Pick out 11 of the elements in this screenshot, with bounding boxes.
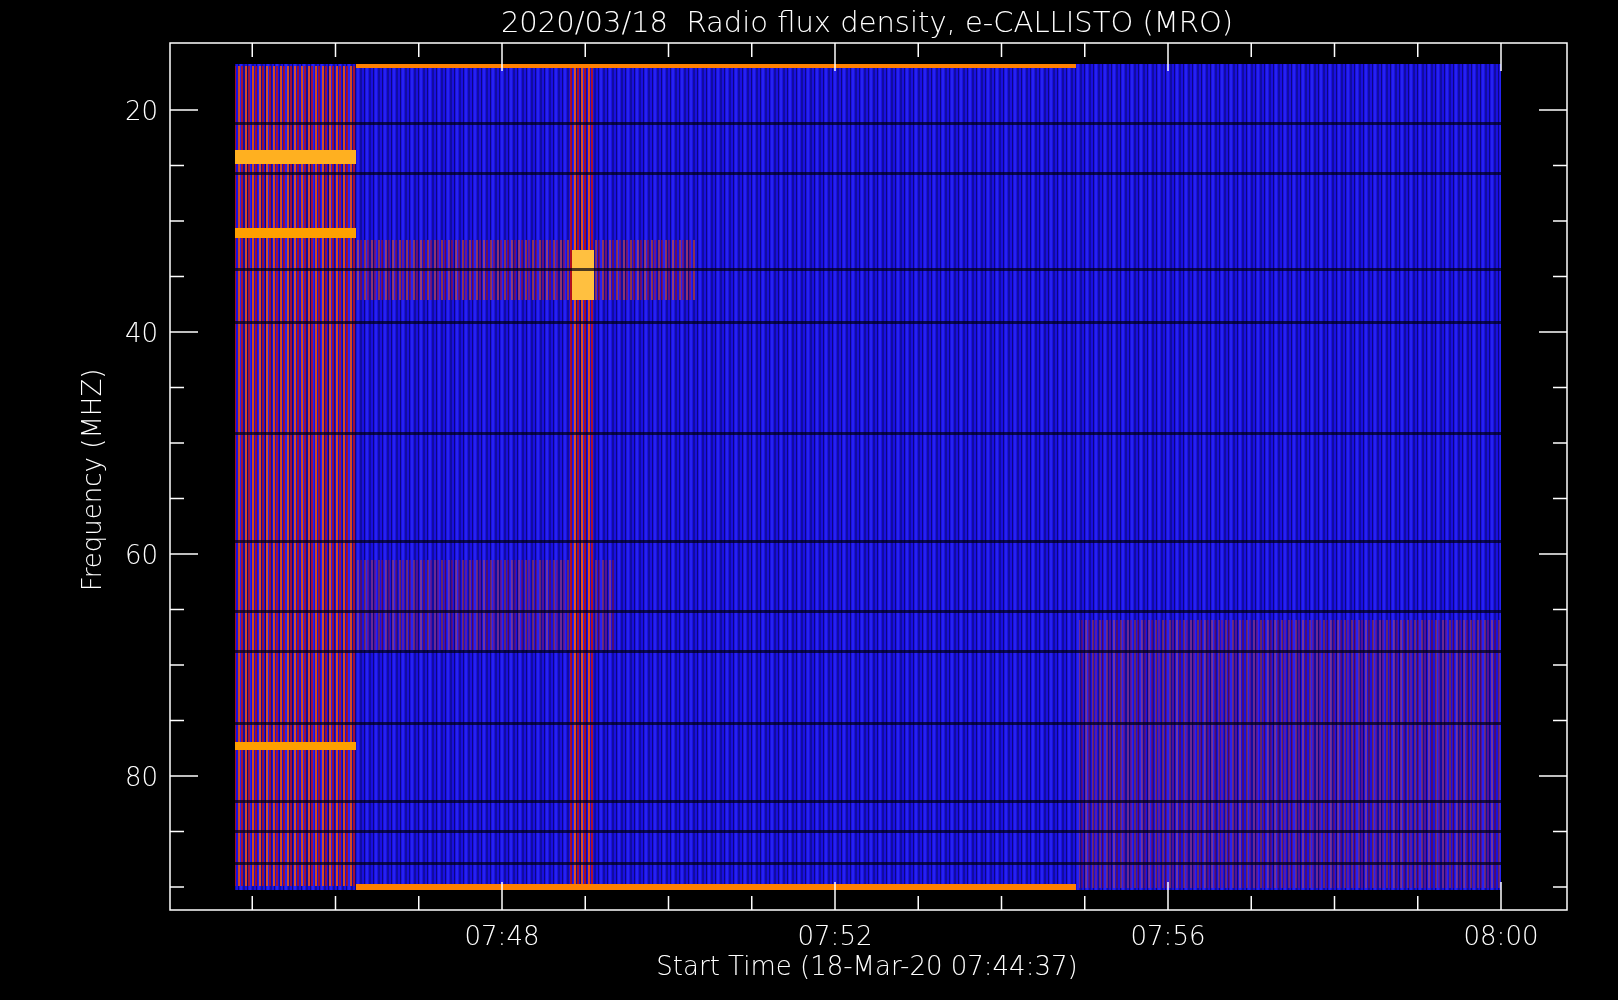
axis-label: Start Time (18-Mar-20 07:44:37) — [656, 951, 1078, 981]
tick-label: 07:56 — [1130, 921, 1206, 951]
tick-label: 60 — [124, 540, 158, 570]
tick-label: 20 — [124, 96, 158, 126]
tick-label: 08:00 — [1463, 921, 1539, 951]
plot-title: 2020/03/18 Radio flux density, e-CALLISTO (MRO) — [500, 5, 1234, 39]
tick-label: 07:52 — [797, 921, 873, 951]
tick-label: 07:48 — [464, 921, 540, 951]
axis-label: Frequency (MHZ) — [77, 368, 107, 592]
tick-label: 40 — [124, 318, 158, 348]
tick-label: 80 — [124, 762, 158, 792]
